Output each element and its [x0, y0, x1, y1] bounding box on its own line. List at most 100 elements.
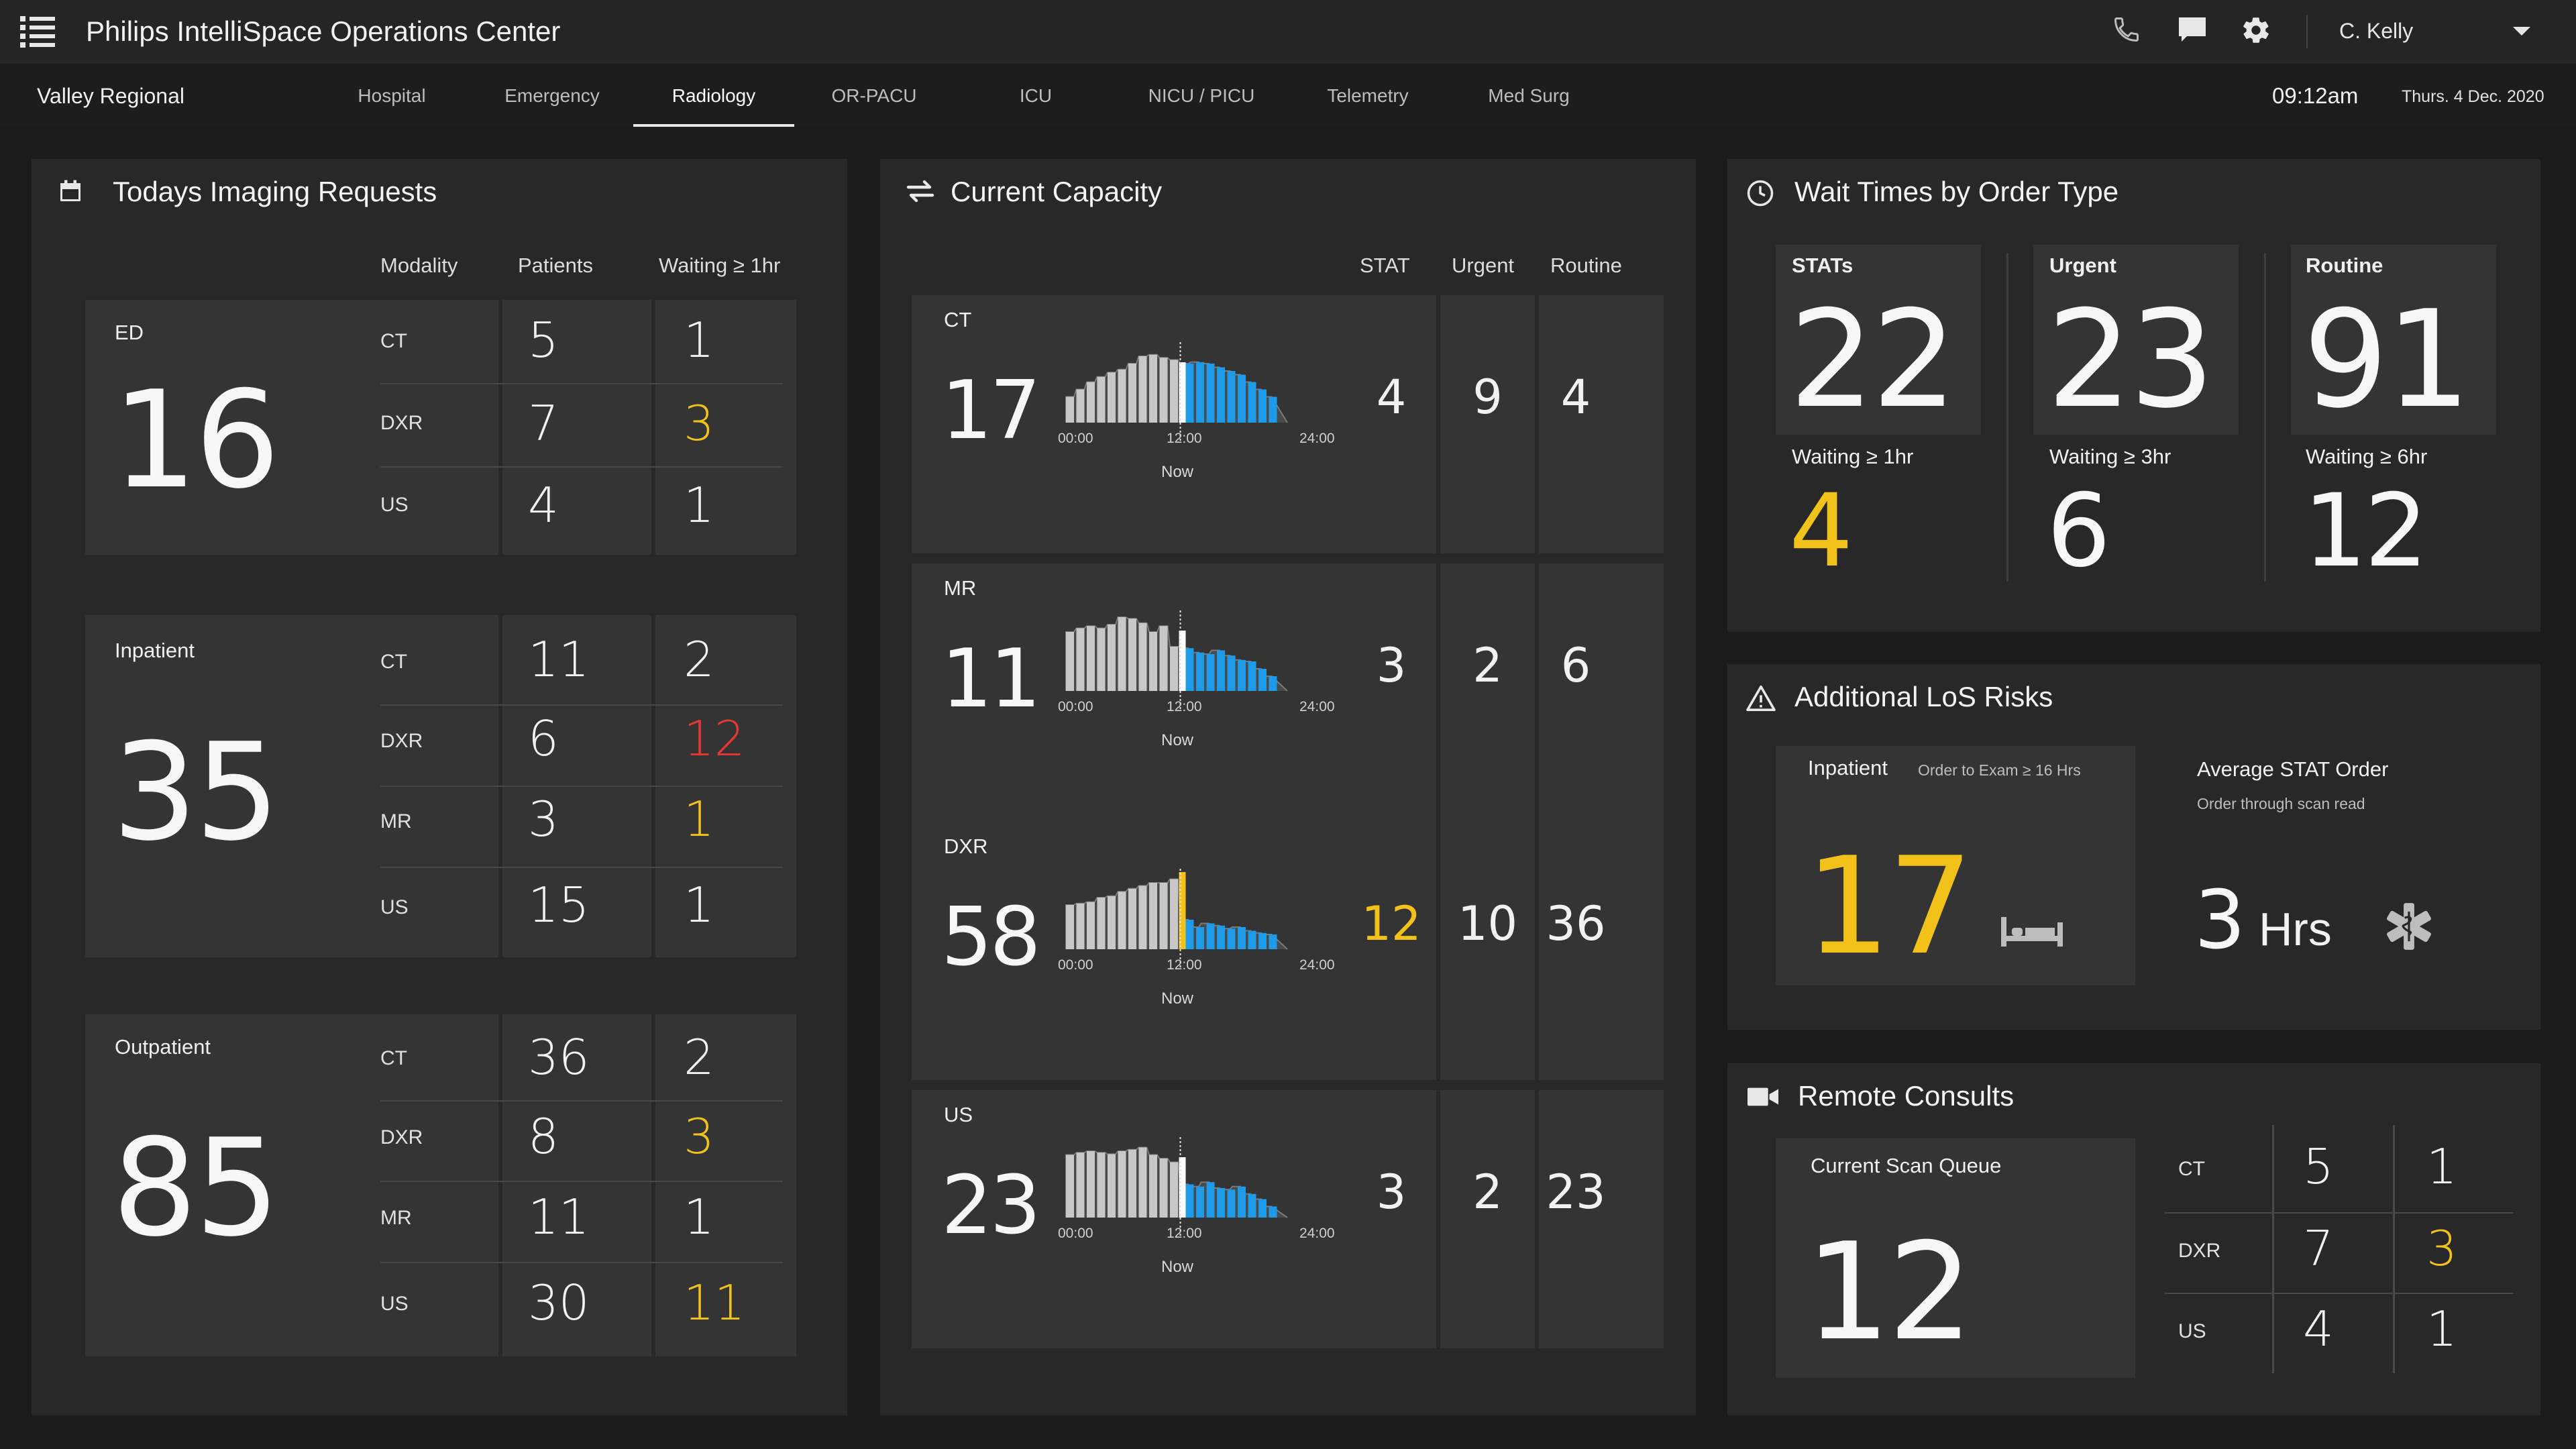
patients-value: 4 — [528, 477, 559, 533]
patients-value: 30 — [528, 1275, 590, 1331]
card-divider — [2006, 253, 2008, 582]
now-label: Now — [1161, 1258, 1194, 1276]
tab-emergency[interactable]: Emergency — [504, 84, 600, 108]
past-bar — [1118, 369, 1126, 423]
scan-queue-label: Current Scan Queue — [1811, 1154, 2002, 1177]
past-bar — [1118, 1151, 1126, 1218]
axis-mid-label: 12:00 — [1167, 431, 1202, 446]
modality-label: DXR — [380, 730, 423, 752]
avg-stat-unit: Hrs — [2259, 903, 2332, 955]
future-bar — [1258, 1199, 1267, 1218]
tab-nicu-picu[interactable]: NICU / PICU — [1148, 84, 1255, 108]
chevron-down-icon[interactable] — [2513, 27, 2530, 36]
future-bar — [1269, 396, 1277, 423]
future-bar — [1269, 934, 1277, 949]
past-bar — [1066, 632, 1074, 691]
now-label: Now — [1161, 463, 1194, 481]
past-bar — [1087, 902, 1095, 949]
routine-value: 4 — [1560, 370, 1591, 425]
medical-star-icon — [2383, 901, 2434, 955]
modality-label: MR — [944, 576, 977, 600]
capacity-row-ct: CT 17 00:00 12:00 24:00 Now 4 9 4 — [912, 295, 1664, 553]
inpatient-los-card: Inpatient Order to Exam ≥ 16 Hrs 17 — [1776, 746, 2135, 985]
consult-value-a: 5 — [2303, 1138, 2334, 1195]
past-bar — [1108, 372, 1116, 423]
consult-value-a: 7 — [2303, 1220, 2334, 1277]
axis-end-label: 24:00 — [1299, 1226, 1335, 1241]
past-bar — [1170, 1162, 1178, 1218]
scan-queue-card: Current Scan Queue 12 — [1776, 1138, 2135, 1378]
tab-med-surg[interactable]: Med Surg — [1488, 84, 1569, 108]
phone-icon[interactable] — [2112, 15, 2147, 50]
nav-bar: Valley Regional Hospital Emergency Radio… — [0, 64, 2576, 127]
routine-value: 23 — [1546, 1165, 1606, 1220]
future-bar — [1206, 654, 1215, 691]
modality-label: US — [944, 1103, 973, 1126]
future-bar — [1185, 920, 1194, 949]
los-risks-panel: Additional LoS Risks Inpatient Order to … — [1727, 664, 2540, 1030]
capacity-total: 17 — [941, 364, 1041, 458]
current-time: 09:12am — [2272, 83, 2359, 108]
past-bar — [1149, 1155, 1157, 1218]
axis-start-label: 00:00 — [1058, 431, 1093, 446]
capacity-row-us: US 23 00:00 12:00 24:00 Now 3 2 23 — [912, 1090, 1664, 1348]
urgent-value: 10 — [1457, 896, 1518, 951]
site-name[interactable]: Valley Regional — [37, 83, 184, 109]
stat-value: 4 — [1376, 370, 1407, 425]
tab-telemetry[interactable]: Telemetry — [1327, 84, 1408, 108]
axis-mid-label: 12:00 — [1167, 1226, 1202, 1241]
past-bar — [1170, 360, 1178, 423]
past-bar — [1066, 1155, 1074, 1218]
user-name[interactable]: C. Kelly — [2339, 17, 2413, 44]
past-bar — [1087, 626, 1095, 691]
past-bar — [1149, 632, 1157, 691]
modality-label: CT — [380, 330, 407, 352]
waiting-value: 2 — [684, 1029, 714, 1085]
tab-or-pacu[interactable]: OR-PACU — [831, 84, 916, 108]
future-bar — [1248, 382, 1256, 423]
col-header-stat: STAT — [1360, 254, 1410, 277]
panel-title: Current Capacity — [951, 176, 1163, 207]
future-bar — [1269, 1206, 1277, 1218]
urgent-value: 2 — [1472, 1165, 1503, 1220]
future-bar — [1227, 928, 1236, 949]
past-bar — [1118, 892, 1126, 949]
past-bar — [1087, 1151, 1095, 1218]
consult-value-b: 1 — [2426, 1301, 2457, 1357]
future-bar — [1185, 1184, 1194, 1218]
group-name: Inpatient — [115, 639, 195, 662]
modality-label: CT — [380, 651, 407, 673]
capacity-mini-chart — [1065, 342, 1288, 443]
col-header-urgent: Urgent — [1452, 254, 1515, 277]
past-bar — [1087, 382, 1095, 423]
axis-end-label: 24:00 — [1299, 699, 1335, 714]
menu-icon[interactable] — [20, 15, 55, 48]
group-ed: ED 16 CT 5 1 DXR 7 3 US 4 1 — [85, 300, 796, 555]
card-label: Routine — [2306, 254, 2383, 277]
modality-label: DXR — [944, 835, 988, 858]
routine-value: 6 — [1560, 638, 1591, 693]
modality-label: CT — [2178, 1158, 2205, 1180]
tab-icu[interactable]: ICU — [1020, 84, 1052, 108]
col-header-modality: Modality — [380, 254, 458, 277]
group-outpatient: Outpatient 85 CT 36 2 DXR 8 3 MR 11 1 US… — [85, 1014, 796, 1356]
past-bar — [1128, 364, 1136, 423]
axis-start-label: 00:00 — [1058, 1226, 1093, 1241]
gear-icon[interactable] — [2241, 15, 2275, 50]
tab-hospital[interactable]: Hospital — [358, 84, 425, 108]
card-label: Urgent — [2049, 254, 2116, 277]
inpatient-los-value: 17 — [1805, 828, 1973, 985]
modality-label: US — [380, 494, 409, 516]
past-bar — [1128, 619, 1136, 691]
col-header-waiting: Waiting ≥ 1hr — [659, 254, 781, 277]
axis-end-label: 24:00 — [1299, 431, 1335, 446]
modality-label: DXR — [2178, 1240, 2221, 1262]
past-bar — [1097, 376, 1106, 423]
capacity-total: 11 — [941, 633, 1041, 726]
chat-icon[interactable] — [2176, 15, 2211, 50]
waiting-value: 1 — [684, 477, 714, 533]
future-bar — [1227, 371, 1236, 423]
tab-radiology[interactable]: Radiology — [672, 84, 756, 108]
waiting-value: 1 — [684, 877, 714, 933]
past-bar — [1159, 358, 1168, 423]
